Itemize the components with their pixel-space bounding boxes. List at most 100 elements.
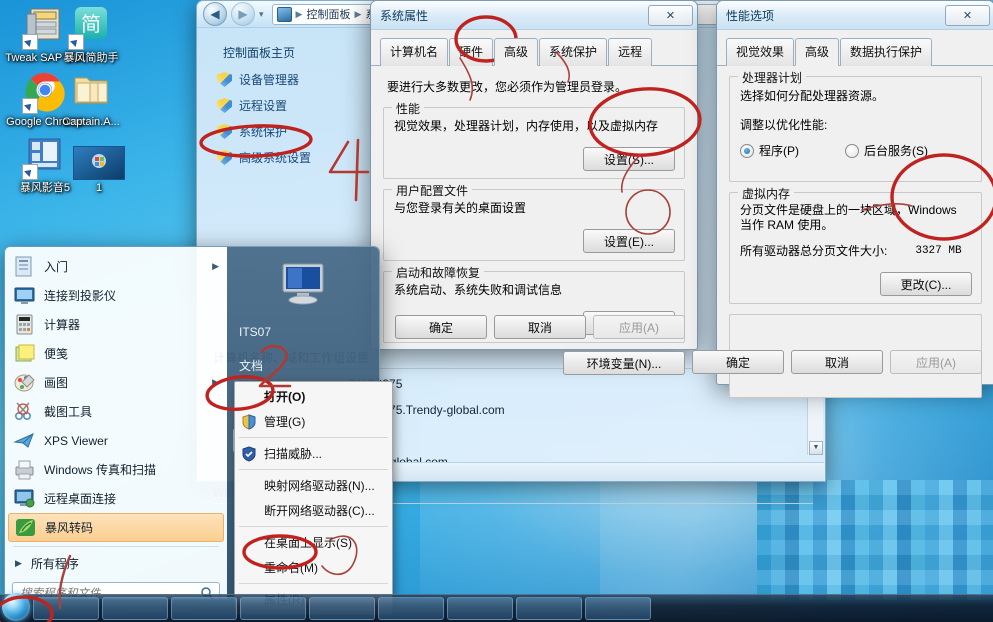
taskbar-button-4[interactable] (240, 597, 306, 620)
tab-advanced[interactable]: 高级 (795, 38, 840, 66)
taskbar-button-3[interactable] (171, 597, 237, 620)
all-programs-button[interactable]: ▶ 所有程序 (5, 551, 227, 576)
dialog-title-bar[interactable]: 性能选项 ✕ (717, 1, 993, 30)
menu-divider (13, 546, 219, 547)
taskbar-button-1[interactable] (33, 597, 99, 620)
scroll-down-icon[interactable]: ▼ (809, 441, 823, 455)
right-item-documents[interactable]: 文档 (227, 353, 379, 378)
start-item-xps-viewer[interactable]: XPS Viewer (5, 426, 227, 455)
start-item-windows-fax-scan[interactable]: Windows 传真和扫描 (5, 455, 227, 484)
taskbar-button-6[interactable] (378, 597, 444, 620)
radio-dot-icon (740, 143, 754, 158)
cancel-button[interactable]: 取消 (791, 350, 883, 374)
computer-context-menu[interactable]: 打开(O) 管理(G) 扫描威胁... 映射网络驱动器(N)... 断开网络驱动… (234, 381, 393, 615)
taskbar-button-7[interactable] (447, 597, 513, 620)
tab-strip[interactable]: 计算机名 硬件 高级 系统保护 远程 (371, 30, 697, 66)
taskbar-button-2[interactable] (102, 597, 168, 620)
start-item-snipping-tool[interactable]: 截图工具 (5, 397, 227, 426)
ctx-label: 管理(G) (264, 415, 306, 429)
apply-button[interactable]: 应用(A) (593, 315, 685, 339)
apply-button[interactable]: 应用(A) (890, 350, 982, 374)
dialog-title: 系统属性 (380, 8, 429, 23)
calculator-icon (13, 313, 36, 336)
desktop-icon-captain-folder[interactable]: Captain.A... (48, 68, 134, 128)
menu-divider (239, 469, 388, 470)
ctx-rename[interactable]: 重命名(M) (235, 555, 392, 580)
start-item-baofeng-transcode[interactable]: 暴风转码 (8, 513, 224, 542)
desktop-icon-screenshot-one[interactable]: 1 (56, 146, 142, 194)
start-item-label: 暴风转码 (45, 521, 94, 535)
start-item-getting-started[interactable]: 入门 ▶ (5, 252, 227, 281)
app-icon (266, 602, 280, 616)
radio-dot-icon (845, 143, 859, 158)
chevron-right-icon: ▶ (212, 377, 219, 387)
start-item-remote-desktop[interactable]: 远程桌面连接 (5, 484, 227, 513)
close-icon[interactable]: ✕ (648, 4, 693, 26)
environment-variables-button[interactable]: 环境变量(N)... (563, 351, 685, 375)
start-item-sticky-notes[interactable]: 便笺 (5, 339, 227, 368)
ctx-open[interactable]: 打开(O) (235, 384, 392, 409)
chevron-right-icon: ▶ (15, 558, 22, 568)
start-item-label: 计算器 (44, 318, 81, 332)
chevron-right-icon: ▶ (212, 261, 219, 271)
group-description: 选择如何分配处理器资源。 (740, 89, 885, 103)
tab-visual-effects[interactable]: 视觉效果 (726, 38, 795, 66)
start-menu-program-list: 入门 ▶ 连接到投影仪 计算器 便笺 画图 ▶ 截图工具 XPS Viewer … (5, 247, 227, 576)
radio-programs[interactable]: 程序(P) (740, 142, 799, 159)
avatar[interactable] (227, 247, 379, 321)
desktop-icon-baofeng-assistant[interactable]: 简 暴风简助手 (48, 4, 134, 64)
breadcrumb-control-panel[interactable]: 控制面板 (306, 6, 350, 22)
cancel-button[interactable]: 取消 (494, 315, 586, 339)
start-item-label: Windows 传真和扫描 (44, 463, 157, 477)
taskbar-button-5[interactable] (309, 597, 375, 620)
folder-icon (68, 68, 114, 114)
forward-button[interactable]: ▶ (231, 2, 255, 26)
nav-dropdown-icon[interactable]: ▾ (259, 9, 264, 20)
back-button[interactable]: ◀ (203, 2, 227, 26)
user-name: ITS07 (239, 325, 272, 339)
radio-background-services[interactable]: 后台服务(S) (845, 142, 928, 159)
change-button[interactable]: 更改(C)... (880, 272, 972, 296)
taskbar[interactable] (0, 592, 993, 622)
performance-options-dialog[interactable]: 性能选项 ✕ 视觉效果 高级 数据执行保护 处理器计划 选择如何分配处理器资源。… (692, 0, 993, 398)
tab-strip[interactable]: 视觉效果 高级 数据执行保护 (717, 30, 993, 66)
group-description: 分页文件是硬盘上的一块区域，Windows 当作 RAM 使用。 (740, 203, 957, 232)
user-profiles-settings-button[interactable]: 设置(E)... (583, 229, 675, 253)
baofeng-assistant-icon: 简 (68, 4, 114, 50)
ok-button[interactable]: 确定 (395, 315, 487, 339)
ctx-label: 断开网络驱动器(C)... (264, 504, 375, 518)
ctx-scan-threat[interactable]: 扫描威胁... (235, 441, 392, 466)
start-orb-icon[interactable] (2, 592, 30, 621)
start-item-calculator[interactable]: 计算器 (5, 310, 227, 339)
performance-settings-button[interactable]: 设置(S)... (583, 147, 675, 171)
ctx-map-network-drive[interactable]: 映射网络驱动器(N)... (235, 473, 392, 498)
tab-hardware[interactable]: 硬件 (449, 38, 494, 66)
ctx-disconnect-network-drive[interactable]: 断开网络驱动器(C)... (235, 498, 392, 523)
taskbar-button-9[interactable] (585, 597, 651, 620)
tab-data-execution-prevention[interactable]: 数据执行保护 (840, 38, 933, 66)
taskbar-button-8[interactable] (516, 597, 582, 620)
close-icon[interactable]: ✕ (945, 4, 990, 26)
start-item-label: 画图 (44, 376, 69, 390)
ctx-manage[interactable]: 管理(G) (235, 409, 392, 434)
desktop[interactable]: Tweak SAP GUI 简 暴风简助手 Google Chrome Capt… (0, 0, 993, 622)
group-legend: 性能 (392, 100, 425, 117)
start-item-paint[interactable]: 画图 ▶ (5, 368, 227, 397)
tab-system-protection[interactable]: 系统保护 (539, 38, 608, 66)
link-label: 系统保护 (239, 125, 288, 139)
start-menu-left-column: 入门 ▶ 连接到投影仪 计算器 便笺 画图 ▶ 截图工具 XPS Viewer … (5, 247, 227, 599)
tab-remote[interactable]: 远程 (608, 38, 653, 66)
ctx-show-on-desktop[interactable]: 在桌面上显示(S) (235, 530, 392, 555)
start-item-connect-to-projector[interactable]: 连接到投影仪 (5, 281, 227, 310)
start-item-label: 远程桌面连接 (44, 492, 117, 506)
tab-advanced[interactable]: 高级 (494, 38, 539, 66)
virtual-memory-group: 虚拟内存 分页文件是硬盘上的一块区域，Windows 当作 RAM 使用。 所有… (729, 185, 982, 304)
dialog-title-bar[interactable]: 系统属性 ✕ (371, 1, 697, 30)
tab-computer-name[interactable]: 计算机名 (380, 38, 449, 66)
svg-text:简: 简 (81, 12, 101, 36)
system-properties-dialog[interactable]: 系统属性 ✕ 计算机名 硬件 高级 系统保护 远程 要进行大多数更改，您必须作为… (370, 0, 698, 375)
group-description: 视觉效果，处理器计划，内存使用，以及虚拟内存 (394, 119, 659, 133)
ok-button[interactable]: 确定 (692, 350, 784, 374)
shortcut-overlay-icon (68, 34, 84, 50)
fax-icon (13, 458, 36, 481)
